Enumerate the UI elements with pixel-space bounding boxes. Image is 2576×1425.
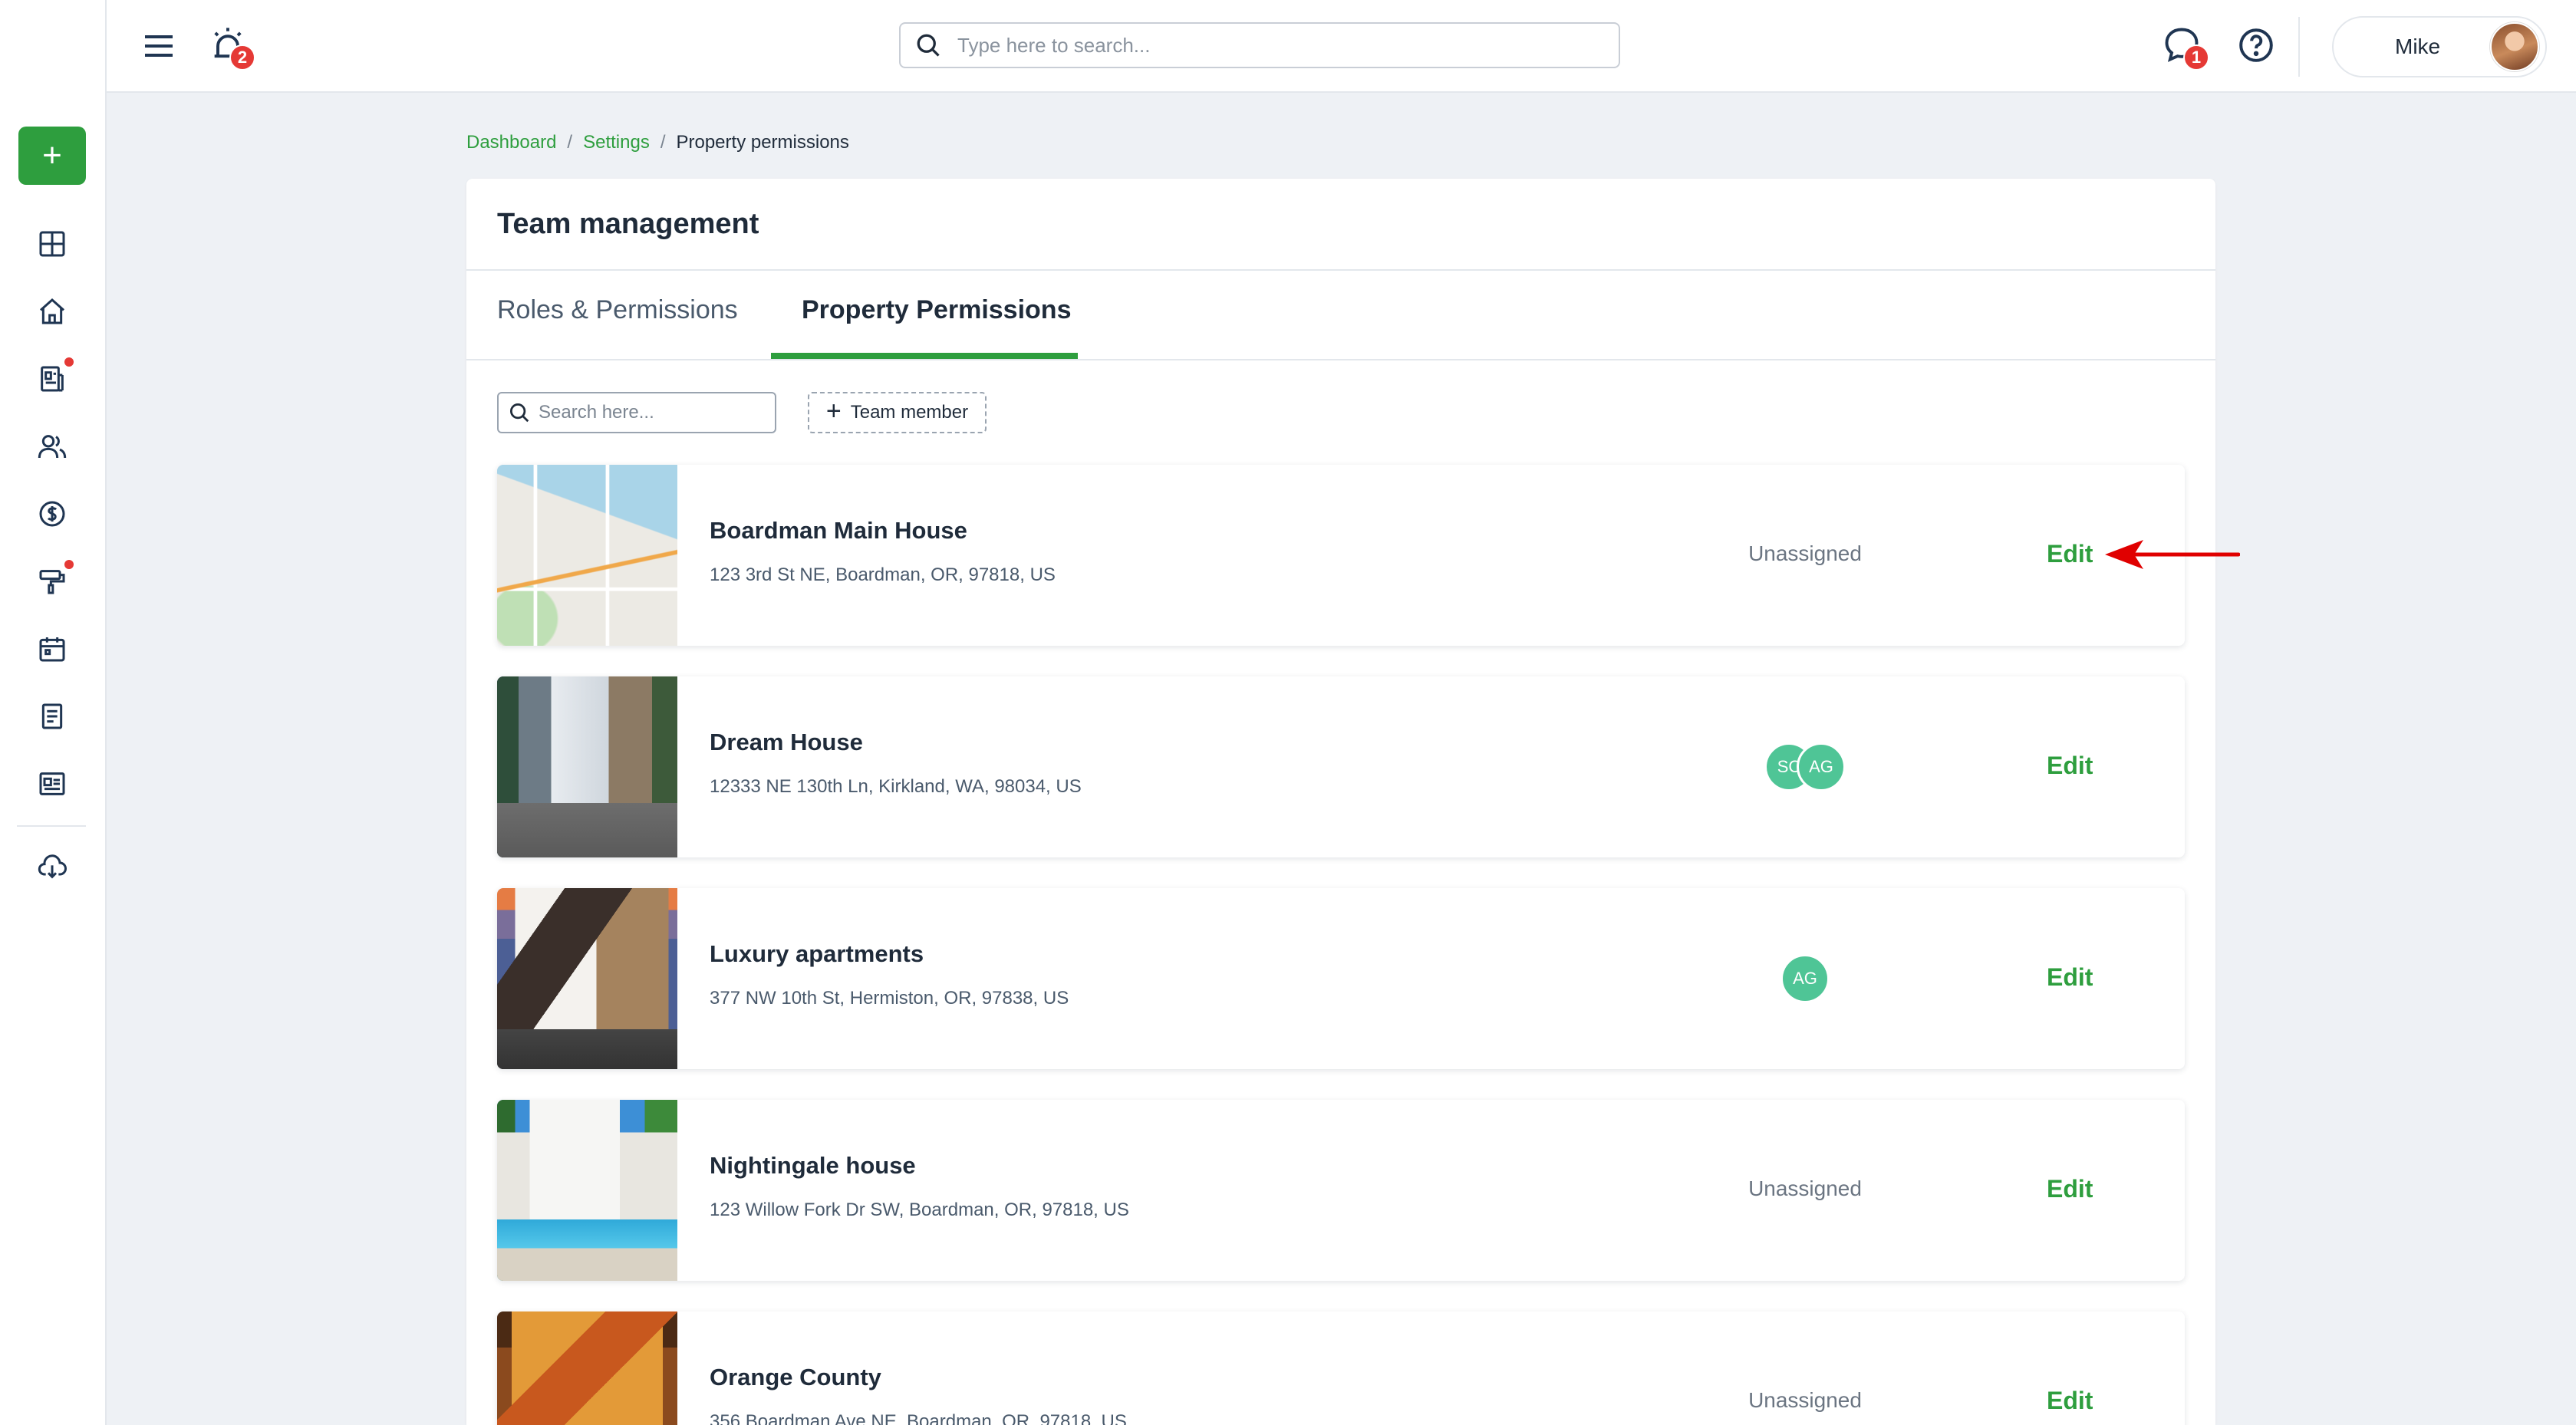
property-row: Orange County 356 Boardman Ave NE, Board…	[497, 1311, 2185, 1425]
active-tab-indicator	[771, 353, 1078, 359]
tab-property-permissions[interactable]: Property Permissions	[802, 295, 1071, 325]
download-icon[interactable]	[34, 848, 71, 885]
property-map-thumbnail	[497, 465, 677, 646]
property-row: Boardman Main House 123 3rd St NE, Board…	[497, 465, 2185, 646]
annotation-arrow-icon	[2105, 540, 2240, 569]
breadcrumb-separator: /	[567, 132, 573, 153]
property-address: 377 NW 10th St, Hermiston, OR, 97838, US	[710, 988, 1069, 1009]
edit-button[interactable]: Edit	[2047, 752, 2093, 780]
breadcrumb-settings[interactable]: Settings	[583, 132, 650, 153]
page-title: Team management	[497, 208, 759, 240]
topbar-divider	[2298, 17, 2300, 77]
property-name: Dream House	[710, 729, 863, 755]
edit-button[interactable]: Edit	[2047, 1175, 2093, 1203]
property-name: Luxury apartments	[710, 940, 924, 967]
plus-icon: +	[42, 137, 62, 174]
user-menu[interactable]: Mike	[2332, 16, 2547, 77]
alarm-icon[interactable]: 2	[208, 25, 255, 71]
left-sidebar: +	[0, 0, 107, 1425]
property-photo	[497, 1100, 677, 1281]
document-icon[interactable]	[34, 698, 71, 735]
tabs-divider	[466, 359, 2215, 360]
tab-roles-permissions[interactable]: Roles & Permissions	[497, 295, 738, 325]
top-bar: 2 1 Mike	[107, 0, 2576, 93]
home-icon[interactable]	[34, 293, 71, 330]
property-photo	[497, 888, 677, 1069]
listing-icon[interactable]	[34, 765, 71, 802]
edit-button[interactable]: Edit	[2047, 540, 2093, 568]
sidebar-divider	[17, 825, 86, 827]
reports-notification-dot	[64, 357, 74, 367]
assignment-status: Unassigned	[1748, 1388, 1862, 1412]
help-icon[interactable]	[2237, 26, 2277, 66]
maintenance-notification-dot	[64, 560, 74, 569]
title-divider	[466, 269, 2215, 271]
search-icon	[917, 34, 940, 57]
property-row: Luxury apartments 377 NW 10th St, Hermis…	[497, 888, 2185, 1069]
property-name: Boardman Main House	[710, 517, 967, 544]
property-search[interactable]	[497, 392, 776, 433]
breadcrumb-dashboard[interactable]: Dashboard	[466, 132, 556, 153]
property-address: 123 3rd St NE, Boardman, OR, 97818, US	[710, 564, 1056, 585]
avatar	[2490, 22, 2539, 71]
edit-button[interactable]: Edit	[2047, 963, 2093, 992]
assignment-status: Unassigned	[1748, 1177, 1862, 1200]
reports-icon[interactable]	[34, 360, 71, 397]
property-search-input[interactable]	[539, 402, 769, 423]
property-name: Nightingale house	[710, 1152, 916, 1179]
breadcrumb-separator: /	[660, 132, 666, 153]
property-address: 123 Willow Fork Dr SW, Boardman, OR, 978…	[710, 1200, 1129, 1220]
assignment-status: Unassigned	[1748, 541, 1862, 565]
team-management-card: Team management Roles & Permissions Prop…	[466, 179, 2215, 1425]
property-photo	[497, 676, 677, 857]
property-row: Nightingale house 123 Willow Fork Dr SW,…	[497, 1100, 2185, 1281]
dollar-icon[interactable]	[34, 495, 71, 532]
messages-icon[interactable]: 1	[2162, 25, 2209, 71]
property-address: 12333 NE 130th Ln, Kirkland, WA, 98034, …	[710, 776, 1082, 797]
alarm-count-badge: 2	[229, 44, 255, 71]
messages-count-badge: 1	[2183, 44, 2209, 71]
add-team-member-label: Team member	[850, 402, 969, 423]
menu-icon[interactable]	[140, 28, 177, 64]
breadcrumb-current: Property permissions	[676, 132, 849, 153]
global-search-input[interactable]	[957, 33, 1586, 58]
add-team-member-button[interactable]: + Team member	[808, 392, 987, 433]
assigned-members: AG	[1694, 954, 1916, 1003]
property-photo	[497, 1311, 677, 1425]
global-search[interactable]	[899, 22, 1620, 68]
calendar-icon[interactable]	[34, 630, 71, 667]
search-icon	[510, 403, 529, 423]
member-avatar[interactable]: AG	[1797, 742, 1846, 791]
member-avatar[interactable]: AG	[1780, 954, 1830, 1003]
add-new-button[interactable]: +	[18, 127, 86, 185]
user-name: Mike	[2395, 35, 2441, 58]
assigned-members: SC AG	[1694, 742, 1916, 791]
edit-button[interactable]: Edit	[2047, 1387, 2093, 1415]
property-name: Orange County	[710, 1364, 881, 1390]
breadcrumb: Dashboard / Settings / Property permissi…	[466, 132, 849, 153]
property-address: 356 Boardman Ave NE, Boardman, OR, 97818…	[710, 1411, 1127, 1425]
maintenance-icon[interactable]	[34, 563, 71, 600]
dashboard-icon[interactable]	[34, 225, 71, 262]
plus-icon: +	[825, 397, 842, 426]
property-row: Dream House 12333 NE 130th Ln, Kirkland,…	[497, 676, 2185, 857]
people-icon[interactable]	[34, 428, 71, 465]
